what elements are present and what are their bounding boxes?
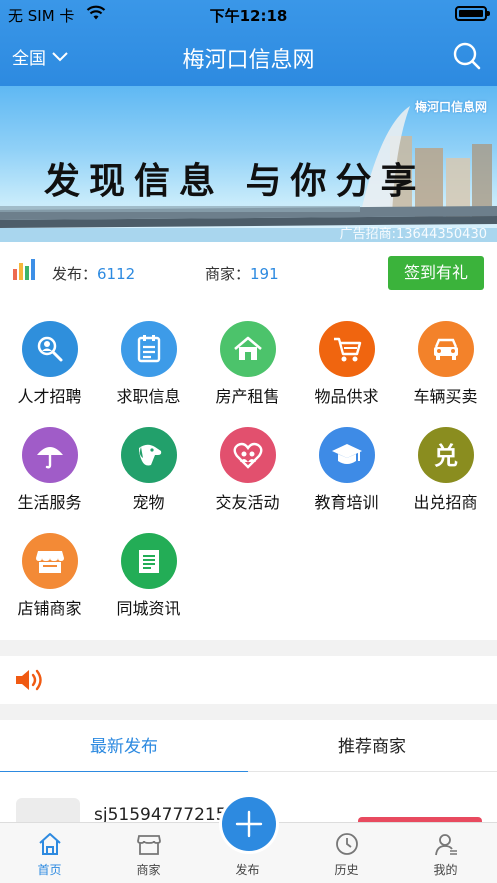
document-icon bbox=[121, 321, 177, 377]
tab-recommended-label: 推荐商家 bbox=[338, 737, 406, 757]
tab-latest[interactable]: 最新发布 bbox=[0, 720, 248, 773]
svg-text:兑: 兑 bbox=[434, 442, 458, 470]
cart-icon bbox=[319, 321, 375, 377]
shop-icon bbox=[22, 533, 78, 589]
category-social-events[interactable]: 交友活动 bbox=[198, 402, 297, 512]
store-icon bbox=[136, 835, 161, 855]
publish-value: 6112 bbox=[97, 265, 136, 283]
user-icon bbox=[434, 834, 457, 856]
publish-count: 发布：6112 bbox=[52, 263, 135, 284]
nav-mine-label: 我的 bbox=[433, 863, 458, 877]
umbrella-icon bbox=[22, 427, 78, 483]
banner-slogan: 发现信息 与你分享 bbox=[44, 160, 426, 202]
notice-bar[interactable] bbox=[0, 656, 497, 704]
category-business-transfer[interactable]: 兑 出兑招商 bbox=[396, 402, 495, 512]
category-real-estate[interactable]: 房产租售 bbox=[198, 296, 297, 406]
category-education[interactable]: 教育培训 bbox=[297, 402, 396, 512]
category-label: 同城资讯 bbox=[116, 599, 181, 618]
clock: 下午12:18 bbox=[209, 7, 288, 25]
speaker-icon bbox=[16, 669, 42, 691]
tab-recommended[interactable]: 推荐商家 bbox=[248, 720, 496, 772]
merchant-value: 191 bbox=[250, 265, 279, 283]
publish-label: 发布： bbox=[52, 265, 98, 283]
category-talent-recruit[interactable]: 人才招聘 bbox=[0, 296, 99, 406]
nav-home-label: 首页 bbox=[37, 863, 62, 877]
nav-publish[interactable]: 发布 bbox=[198, 861, 297, 878]
battery-icon bbox=[455, 6, 490, 21]
tab-latest-label: 最新发布 bbox=[90, 737, 158, 757]
merchant-count: 商家：191 bbox=[205, 263, 279, 284]
category-label: 店铺商家 bbox=[17, 599, 82, 618]
stats-row: 发布：6112 商家：191 签到有礼 bbox=[0, 242, 497, 296]
listing-tabs: 最新发布 推荐商家 bbox=[0, 720, 497, 773]
search-icon[interactable] bbox=[453, 42, 481, 70]
search-person-icon bbox=[22, 321, 78, 377]
house-icon bbox=[220, 321, 276, 377]
nav-history-label: 历史 bbox=[334, 863, 359, 877]
category-life-services[interactable]: 生活服务 bbox=[0, 402, 99, 512]
banner-ad-text: 广告招商:13644350430 bbox=[339, 227, 487, 242]
heart-people-icon bbox=[220, 427, 276, 483]
category-label: 交友活动 bbox=[215, 493, 280, 512]
category-vehicles[interactable]: 车辆买卖 bbox=[396, 296, 495, 406]
dui-char-icon: 兑 bbox=[418, 427, 474, 483]
news-icon bbox=[121, 533, 177, 589]
nav-publish-label: 发布 bbox=[235, 863, 260, 877]
clock-icon bbox=[335, 833, 358, 855]
category-grid: 人才招聘 求职信息 房产租售 物品供求 车辆买卖 生活服务 宠物 交友活动 教育… bbox=[0, 296, 497, 640]
plus-icon bbox=[235, 810, 263, 838]
nav-merchants[interactable]: 商家 bbox=[99, 831, 198, 878]
nav-bar: 全国 梅河口信息网 bbox=[0, 28, 497, 86]
banner[interactable]: 梅河口信息网 发现信息 与你分享 广告招商:13644350430 bbox=[0, 86, 497, 242]
car-icon bbox=[418, 321, 474, 377]
category-local-news[interactable]: 同城资讯 bbox=[99, 508, 198, 618]
category-label: 出兑招商 bbox=[413, 493, 478, 512]
page-title: 梅河口信息网 bbox=[182, 48, 315, 73]
category-shops[interactable]: 店铺商家 bbox=[0, 508, 99, 618]
nav-mine[interactable]: 我的 bbox=[396, 831, 495, 878]
nav-home[interactable]: 首页 bbox=[0, 831, 99, 878]
dog-icon bbox=[121, 427, 177, 483]
nav-merchants-label: 商家 bbox=[136, 863, 161, 877]
banner-brand: 梅河口信息网 bbox=[414, 100, 487, 114]
checkin-button[interactable]: 签到有礼 bbox=[388, 256, 484, 290]
category-label: 教育培训 bbox=[314, 493, 379, 512]
publish-button[interactable] bbox=[222, 797, 276, 851]
home-icon bbox=[38, 833, 61, 855]
status-bar: 无 SIM 卡 下午12:18 bbox=[0, 0, 497, 28]
header: 无 SIM 卡 下午12:18 全国 梅河口信息网 bbox=[0, 0, 497, 86]
merchant-label: 商家： bbox=[205, 265, 251, 283]
bar-chart-icon bbox=[13, 259, 35, 280]
category-goods-exchange[interactable]: 物品供求 bbox=[297, 296, 396, 406]
category-job-seeking[interactable]: 求职信息 bbox=[99, 296, 198, 406]
category-pets[interactable]: 宠物 bbox=[99, 402, 198, 512]
graduation-cap-icon bbox=[319, 427, 375, 483]
nav-history[interactable]: 历史 bbox=[297, 831, 396, 878]
